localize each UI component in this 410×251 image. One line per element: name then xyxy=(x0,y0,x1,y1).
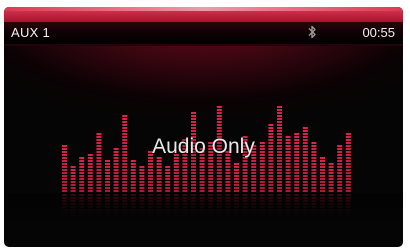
status-bar-shine xyxy=(4,7,403,11)
status-bar: AUX 1 00:55 xyxy=(4,7,403,46)
equalizer-bar xyxy=(70,166,76,192)
bluetooth-icon xyxy=(308,25,316,39)
equalizer-bar xyxy=(156,157,162,192)
source-label[interactable]: AUX 1 xyxy=(11,24,50,42)
equalizer-bar xyxy=(320,157,325,192)
audio-only-message: Audio Only xyxy=(152,135,255,158)
equalizer-bar xyxy=(130,160,136,192)
head-unit-screen: AUX 1 00:55 Audio Only xyxy=(4,7,403,247)
status-strip xyxy=(4,22,403,44)
equalizer-bar xyxy=(234,163,239,192)
clock-display: 00:55 xyxy=(362,25,395,40)
equalizer-bar xyxy=(105,160,110,192)
equalizer-bar xyxy=(328,163,334,192)
equalizer-bar xyxy=(139,166,145,192)
equalizer-bar xyxy=(165,166,171,192)
equalizer-bar xyxy=(79,157,85,192)
